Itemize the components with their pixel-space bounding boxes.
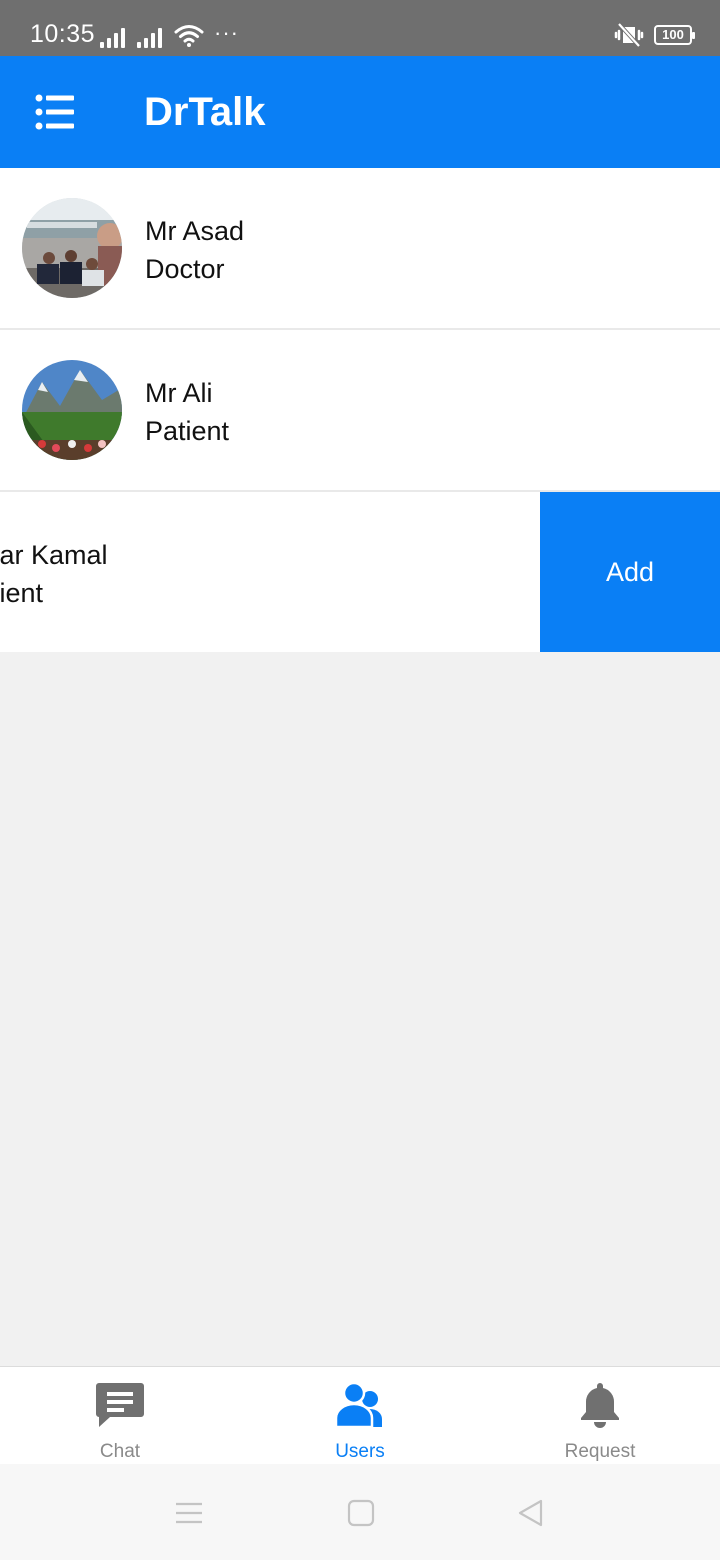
status-bar: 10:35 ··· 100 [0, 0, 720, 56]
user-info: Mr Asad Doctor [145, 212, 244, 288]
home-icon[interactable] [346, 1498, 376, 1528]
user-row[interactable]: Mr Asad Doctor [0, 168, 720, 330]
bell-icon [581, 1383, 619, 1428]
nav-item-chat[interactable]: Chat [0, 1367, 240, 1464]
vibrate-off-icon [614, 22, 644, 48]
battery-icon: 100 [654, 25, 695, 45]
user-row[interactable]: Mr Ali Patient [0, 330, 720, 492]
user-name: Mr Ali [145, 378, 213, 408]
status-time: 10:35 [30, 20, 96, 48]
user-name: far Kamal [0, 540, 108, 570]
nav-item-users[interactable]: Users [240, 1367, 480, 1464]
nav-label-chat: Chat [99, 1441, 141, 1462]
user-info: far Kamal tient [0, 536, 108, 612]
nav-label-users: Users [335, 1441, 385, 1462]
user-role: Doctor [145, 254, 225, 284]
app-title: DrTalk [144, 90, 266, 134]
back-icon[interactable] [516, 1498, 546, 1528]
menu-icon[interactable] [174, 1498, 204, 1528]
user-row-swiped[interactable]: far Kamal tient Add [0, 492, 720, 652]
add-user-button[interactable]: Add [540, 492, 720, 652]
signal-icon [137, 26, 162, 48]
signal-icon [100, 26, 125, 48]
bottom-navigation: Chat Users Request [0, 1366, 720, 1464]
app-bar: DrTalk [0, 56, 720, 168]
status-more-dots: ··· [214, 20, 239, 45]
user-list: Mr Asad Doctor Mr Ali Patient far Kamal … [0, 168, 720, 652]
users-icon [334, 1381, 382, 1429]
wifi-icon [174, 25, 204, 47]
menu-button[interactable] [34, 92, 78, 132]
nav-item-request[interactable]: Request [480, 1367, 720, 1464]
status-icons [100, 22, 204, 48]
user-role: tient [0, 578, 44, 608]
system-navigation-bar [0, 1464, 720, 1560]
user-role: Patient [145, 416, 230, 446]
nav-label-request: Request [564, 1441, 636, 1462]
group-photo-avatar [22, 198, 122, 298]
user-info: Mr Ali Patient [145, 374, 229, 450]
list-menu-icon [35, 94, 74, 130]
mountain-landscape-avatar [22, 360, 122, 460]
user-name: Mr Asad [145, 216, 245, 246]
chat-bubble-icon [96, 1383, 144, 1427]
status-right-icons: 100 [614, 22, 695, 48]
